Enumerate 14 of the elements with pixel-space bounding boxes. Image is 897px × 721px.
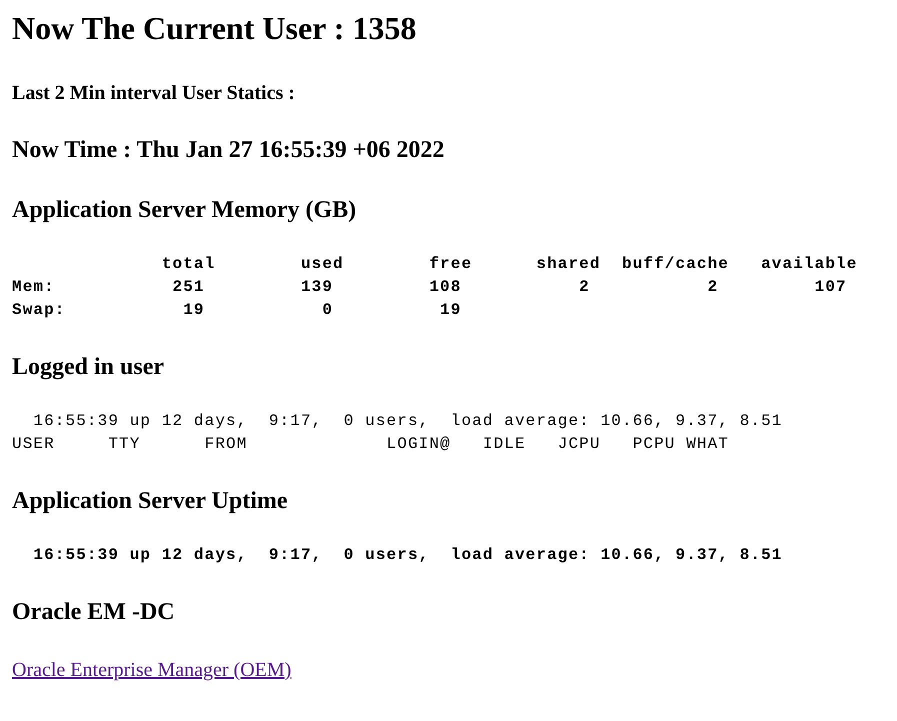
terminal-line: total used free shared buff/cache available [160, 254, 858, 275]
section-heading: Application Server Uptime [12, 487, 288, 516]
terminal-line: Mem: 251 139 108 2 2 107 [12, 277, 847, 298]
terminal-line: 16:55:39 up 12 days, 9:17, 0 users, load average: 10.66, 9.37, 8.51 [32, 411, 783, 432]
section-heading: Application Server Memory (GB) [12, 196, 356, 225]
terminal-line: 16:55:39 up 12 days, 9:17, 0 users, load average: 10.66, 9.37, 8.51 [32, 545, 783, 566]
section-heading: Now Time : Thu Jan 27 16:55:39 +06 2022 [12, 136, 444, 165]
subheading: Last 2 Min interval User Statics : [12, 81, 295, 105]
terminal-line: USER TTY FROM LOGIN@ IDLE JCPU PCPU WHAT [12, 434, 730, 455]
terminal-line: Swap: 19 0 19 [12, 300, 462, 321]
page-title: Now The Current User : 1358 [12, 9, 416, 48]
section-heading: Logged in user [12, 353, 164, 382]
oem-link[interactable]: Oracle Enterprise Manager (OEM) [12, 658, 292, 682]
section-heading: Oracle EM -DC [12, 598, 175, 627]
